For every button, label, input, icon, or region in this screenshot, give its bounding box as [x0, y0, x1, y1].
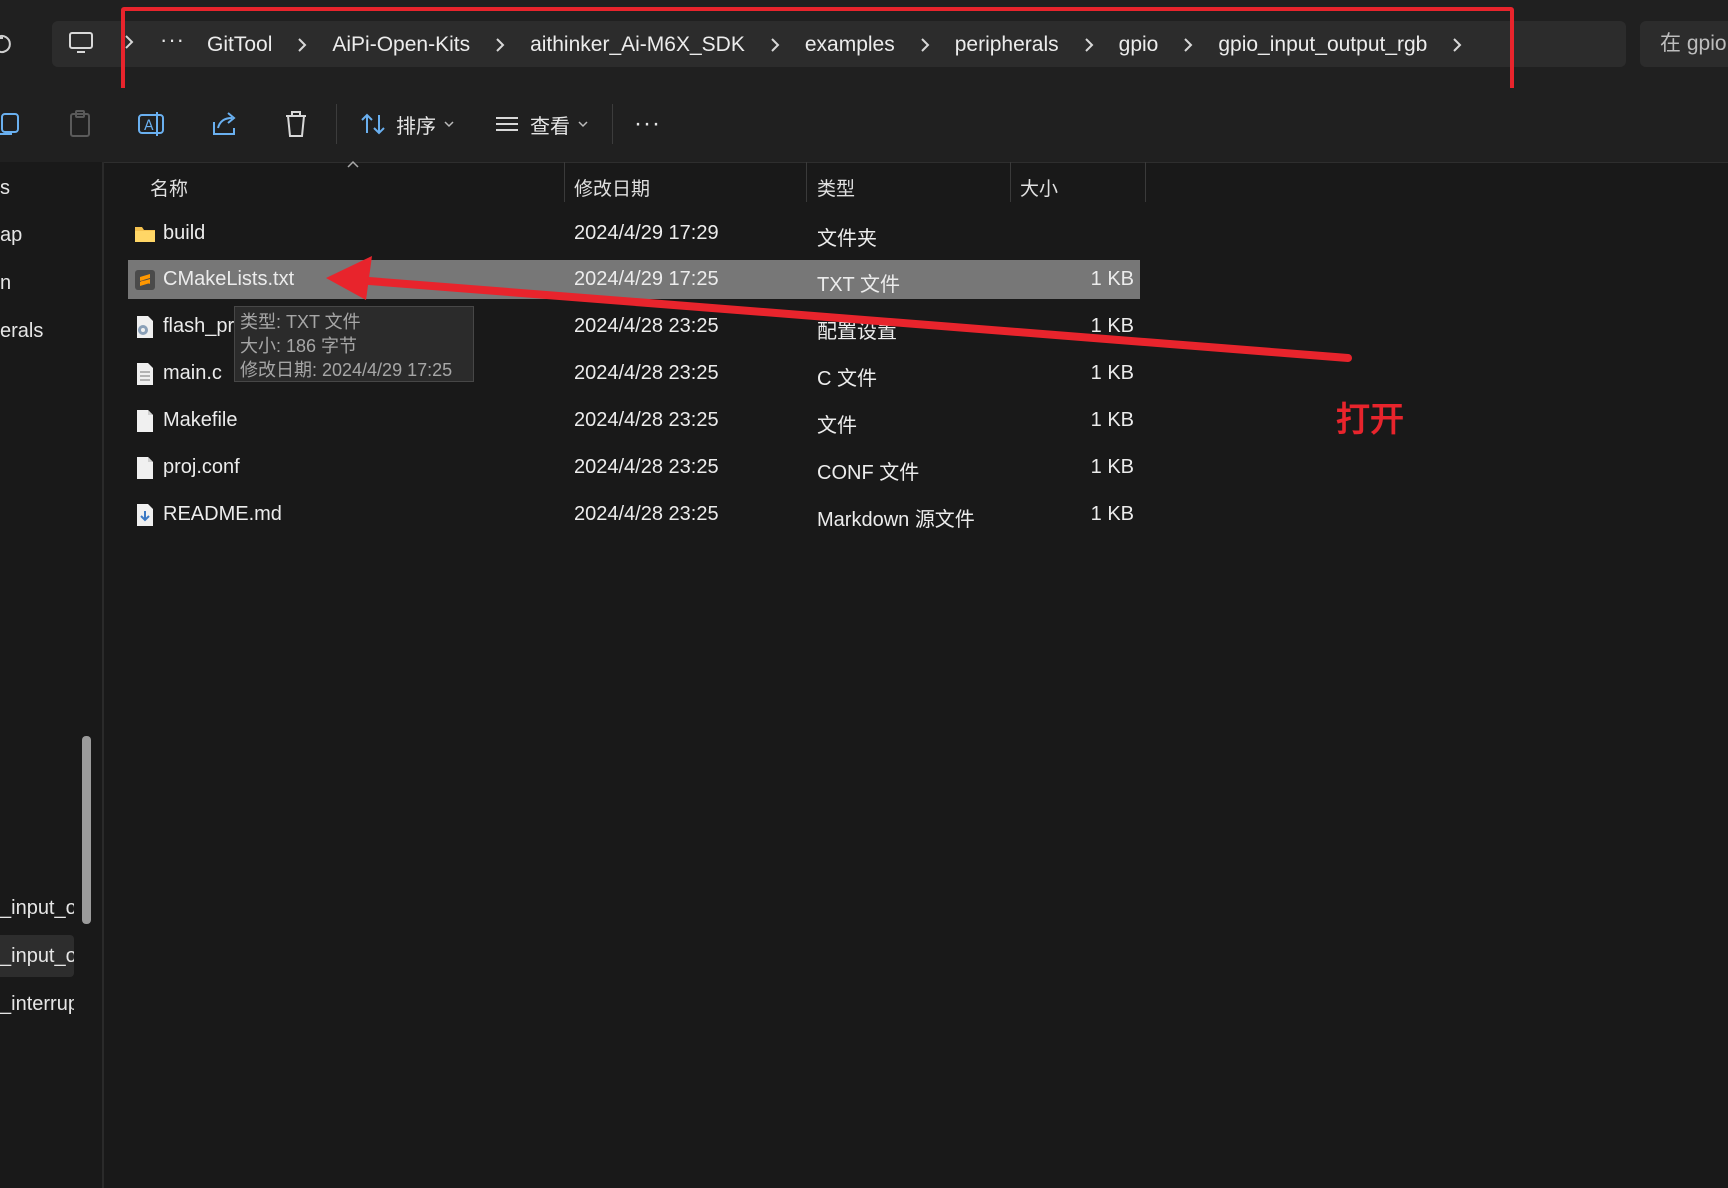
- nav-item-label: ap: [0, 224, 23, 246]
- file-type: 配置设置: [817, 321, 897, 343]
- toolbar-divider: [336, 104, 337, 144]
- file-type: Markdown 源文件: [817, 509, 975, 531]
- address-highlight-box: [121, 7, 1514, 95]
- chevron-down-icon: [444, 121, 454, 128]
- column-header-date[interactable]: 修改日期: [574, 174, 650, 201]
- blank-file-icon: [137, 457, 153, 479]
- nav-item[interactable]: n: [0, 262, 74, 304]
- file-row-makefile[interactable]: Makefile 2024/4/28 23:25 文件 1 KB: [128, 401, 1140, 440]
- column-divider[interactable]: [1010, 162, 1011, 202]
- column-headers: 名称 修改日期 类型 大小: [0, 162, 1728, 204]
- this-pc-icon[interactable]: [68, 30, 94, 56]
- column-divider[interactable]: [806, 162, 807, 202]
- file-name: proj.conf: [163, 456, 240, 478]
- more-options-button[interactable]: ···: [634, 106, 661, 142]
- blank-file-icon: [137, 410, 153, 432]
- file-date: 2024/4/28 23:25: [574, 315, 719, 337]
- view-button[interactable]: 查看: [494, 106, 588, 142]
- view-list-icon: [496, 117, 518, 131]
- file-row-proj-conf[interactable]: proj.conf 2024/4/28 23:25 CONF 文件 1 KB: [128, 448, 1140, 487]
- file-type: CONF 文件: [817, 462, 920, 484]
- file-name: README.md: [163, 503, 282, 525]
- markdown-file-icon: [137, 504, 153, 526]
- file-type: TXT 文件: [817, 274, 900, 296]
- file-size: 1 KB: [1090, 268, 1134, 290]
- nav-item-label: _input_ou: [0, 945, 74, 967]
- delete-icon[interactable]: [280, 108, 312, 140]
- rename-icon[interactable]: A: [136, 108, 168, 140]
- file-name: Makefile: [163, 409, 238, 431]
- column-header-type[interactable]: 类型: [817, 174, 855, 201]
- file-size: 1 KB: [1090, 315, 1134, 337]
- search-input[interactable]: 在 gpio: [1640, 21, 1728, 67]
- nav-item-label: n: [0, 272, 12, 294]
- paste-icon[interactable]: [64, 108, 96, 140]
- nav-item-label: erals: [0, 320, 44, 342]
- nav-item-selected[interactable]: _input_ou: [0, 935, 74, 977]
- nav-item-label: _interrup: [0, 993, 74, 1015]
- file-name: CMakeLists.txt: [163, 268, 295, 290]
- column-header-name[interactable]: 名称: [150, 174, 188, 201]
- sort-ascending-icon: [347, 160, 359, 168]
- file-name: main.c: [163, 362, 222, 384]
- tooltip-date: 修改日期: 2024/4/29 17:25: [240, 360, 453, 380]
- file-tooltip: 类型: TXT 文件 大小: 186 字节 修改日期: 2024/4/29 17…: [234, 306, 474, 382]
- text-file-icon: [137, 363, 153, 385]
- svg-text:A: A: [144, 118, 154, 134]
- file-date: 2024/4/28 23:25: [574, 409, 719, 431]
- file-date: 2024/4/28 23:25: [574, 503, 719, 525]
- file-date: 2024/4/29 17:29: [574, 222, 719, 244]
- file-type: 文件: [817, 415, 857, 437]
- tooltip-type: 类型: TXT 文件: [240, 312, 361, 332]
- folder-icon: [135, 227, 155, 242]
- nav-item-peripherals[interactable]: erals: [0, 310, 74, 352]
- refresh-icon[interactable]: [0, 28, 16, 60]
- file-size: 1 KB: [1090, 503, 1134, 525]
- nav-item[interactable]: ap: [0, 214, 74, 256]
- chevron-down-icon: [578, 121, 588, 128]
- sidebar-scrollbar[interactable]: [82, 736, 91, 924]
- annotation-label: 打开: [1336, 400, 1404, 440]
- command-toolbar: A 排序 查看 ···: [0, 88, 1728, 163]
- file-date: 2024/4/28 23:25: [574, 362, 719, 384]
- nav-item-label: _input_ou: [0, 897, 74, 919]
- sort-button[interactable]: 排序: [360, 106, 454, 142]
- toolbar-divider: [612, 104, 613, 144]
- file-size: 1 KB: [1090, 409, 1134, 431]
- sort-icon: [361, 113, 385, 135]
- sort-label: 排序: [396, 115, 436, 138]
- file-size: 1 KB: [1090, 456, 1134, 478]
- file-date: 2024/4/29 17:25: [574, 268, 719, 290]
- file-row-readme[interactable]: README.md 2024/4/28 23:25 Markdown 源文件 1…: [128, 495, 1140, 534]
- file-name: build: [163, 222, 206, 244]
- nav-item[interactable]: _interrup: [0, 983, 74, 1025]
- file-size: 1 KB: [1090, 362, 1134, 384]
- settings-file-icon: [137, 316, 153, 338]
- file-type: 文件夹: [817, 228, 877, 250]
- navigation-pane: s ap n erals _input_ou _input_ou _interr…: [0, 162, 104, 1188]
- tooltip-size: 大小: 186 字节: [240, 336, 358, 356]
- nav-item[interactable]: _input_ou: [0, 887, 74, 929]
- file-row-build[interactable]: build 2024/4/29 17:29 文件夹: [128, 214, 1140, 253]
- column-divider[interactable]: [1145, 162, 1146, 202]
- file-date: 2024/4/28 23:25: [574, 456, 719, 478]
- file-row-cmakelists-selected[interactable]: CMakeLists.txt 2024/4/29 17:25 TXT 文件 1 …: [128, 260, 1140, 299]
- share-icon[interactable]: [208, 108, 240, 140]
- file-type: C 文件: [817, 368, 877, 390]
- column-header-size[interactable]: 大小: [1020, 174, 1058, 201]
- column-divider[interactable]: [564, 162, 565, 202]
- sublime-text-file-icon: [135, 270, 155, 290]
- view-label: 查看: [530, 115, 570, 138]
- copy-icon[interactable]: [0, 108, 26, 140]
